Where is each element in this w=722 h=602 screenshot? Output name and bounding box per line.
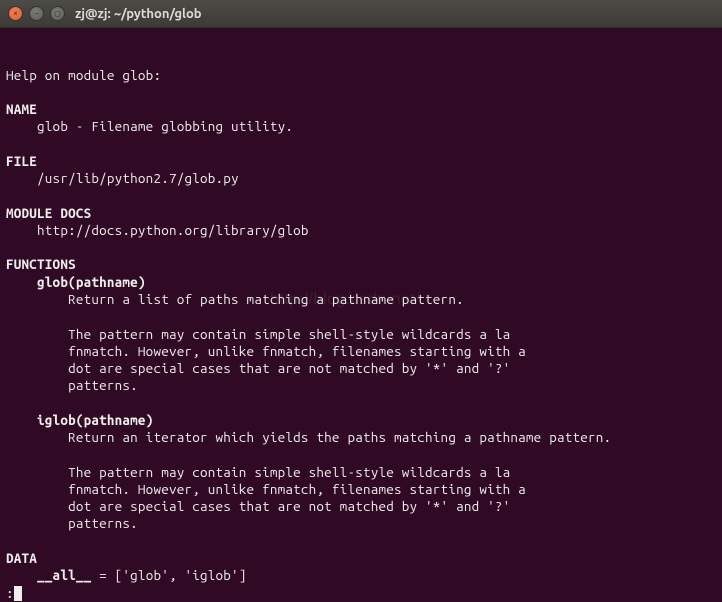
section-functions-label: FUNCTIONS: [6, 256, 76, 272]
func-glob-desc-line: Return a list of paths matching a pathna…: [6, 291, 464, 307]
func-iglob-desc-line: The pattern may contain simple shell-sty…: [6, 464, 510, 480]
help-header: Help on module glob:: [6, 67, 161, 83]
section-file-line: /usr/lib/python2.7/glob.py: [6, 170, 239, 186]
section-name-line: glob - Filename globbing utility.: [6, 118, 293, 134]
func-glob-desc-line: dot are special cases that are not match…: [6, 360, 510, 376]
func-iglob-desc-line: patterns.: [6, 515, 138, 531]
minimize-glyph: –: [34, 9, 39, 18]
section-docs-line: http://docs.python.org/library/glob: [6, 222, 309, 238]
pager-prompt[interactable]: :: [6, 585, 14, 601]
func-iglob-desc-line: fnmatch. However, unlike fnmatch, filena…: [6, 481, 526, 497]
maximize-icon[interactable]: ▢: [50, 6, 65, 21]
func-iglob-desc-line: Return an iterator which yields the path…: [6, 429, 611, 445]
window-title: zj@zj: ~/python/glob: [75, 7, 202, 21]
close-glyph: ×: [13, 9, 18, 18]
data-all-label: __all__: [6, 567, 91, 583]
func-glob-desc-line: patterns.: [6, 377, 138, 393]
window-buttons: × – ▢: [8, 6, 65, 21]
minimize-icon[interactable]: –: [29, 6, 44, 21]
close-icon[interactable]: ×: [8, 6, 23, 21]
section-file-label: FILE: [6, 153, 37, 169]
maximize-glyph: ▢: [55, 9, 60, 18]
section-name-label: NAME: [6, 101, 37, 117]
func-glob-desc-line: The pattern may contain simple shell-sty…: [6, 326, 510, 342]
section-docs-label: MODULE DOCS: [6, 205, 91, 221]
func-glob-desc-line: fnmatch. However, unlike fnmatch, filena…: [6, 343, 526, 359]
data-all-value: = ['glob', 'iglob']: [91, 567, 246, 583]
terminal-viewport[interactable]: http://blog.csdn.net/ Help on module glo…: [0, 28, 722, 588]
func-iglob-desc-line: dot are special cases that are not match…: [6, 498, 510, 514]
section-data-label: DATA: [6, 550, 37, 566]
window-titlebar: × – ▢ zj@zj: ~/python/glob: [0, 0, 722, 28]
func-iglob-signature: iglob(pathname): [6, 412, 153, 428]
func-glob-signature: glob(pathname): [6, 274, 146, 290]
